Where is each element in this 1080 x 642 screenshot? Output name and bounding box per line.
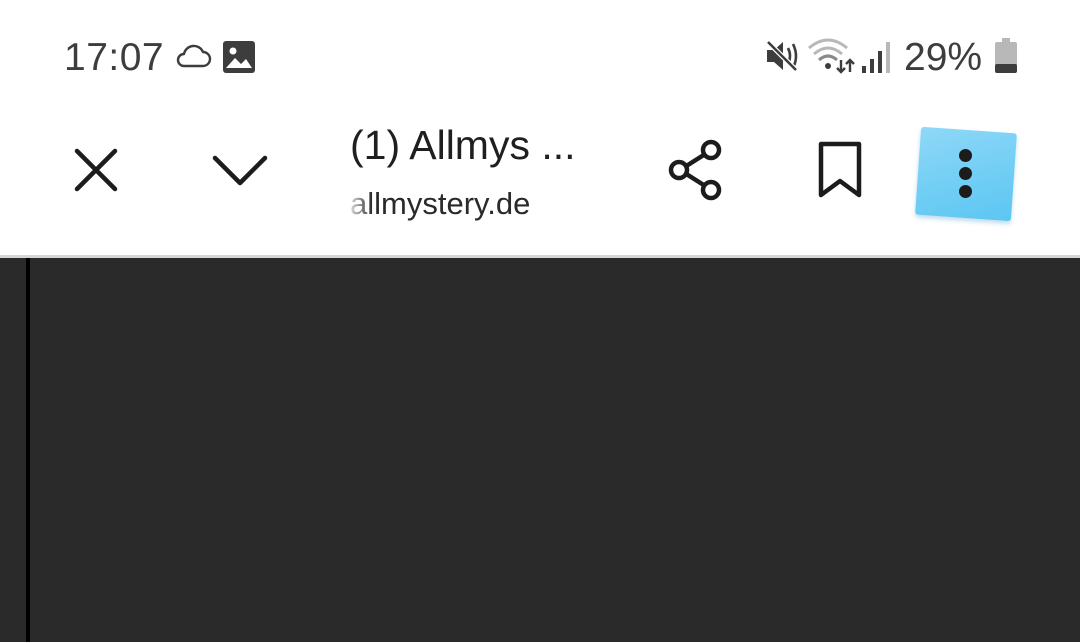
custom-tab-toolbar: (1) Allmys ... allmystery.de [0, 112, 1080, 255]
status-bar: 17:07 29% [0, 0, 1080, 112]
cloud-icon [176, 44, 212, 68]
bookmark-icon [818, 141, 862, 198]
share-button[interactable] [660, 134, 732, 206]
status-clock: 17:07 [64, 36, 165, 79]
mute-icon [766, 40, 798, 72]
signal-icon [862, 42, 890, 73]
close-icon [74, 148, 118, 192]
page-url: allmystery.de [350, 186, 531, 221]
chevron-down-icon [212, 155, 268, 186]
wifi-icon [808, 38, 855, 74]
minimize-button[interactable] [204, 134, 276, 206]
battery-percent: 29% [904, 36, 983, 79]
close-button[interactable] [60, 134, 132, 206]
more-vert-icon [959, 149, 973, 199]
page-title-block[interactable]: (1) Allmys ... allmystery.de [350, 122, 640, 222]
battery-icon [995, 38, 1017, 73]
page-title: (1) Allmys ... [350, 122, 576, 168]
content-left-edge [26, 258, 30, 642]
share-icon [668, 139, 722, 201]
web-content[interactable] [0, 258, 1080, 642]
bookmark-button[interactable] [804, 134, 876, 206]
more-options-button[interactable] [915, 126, 1017, 222]
gallery-icon [223, 41, 255, 73]
